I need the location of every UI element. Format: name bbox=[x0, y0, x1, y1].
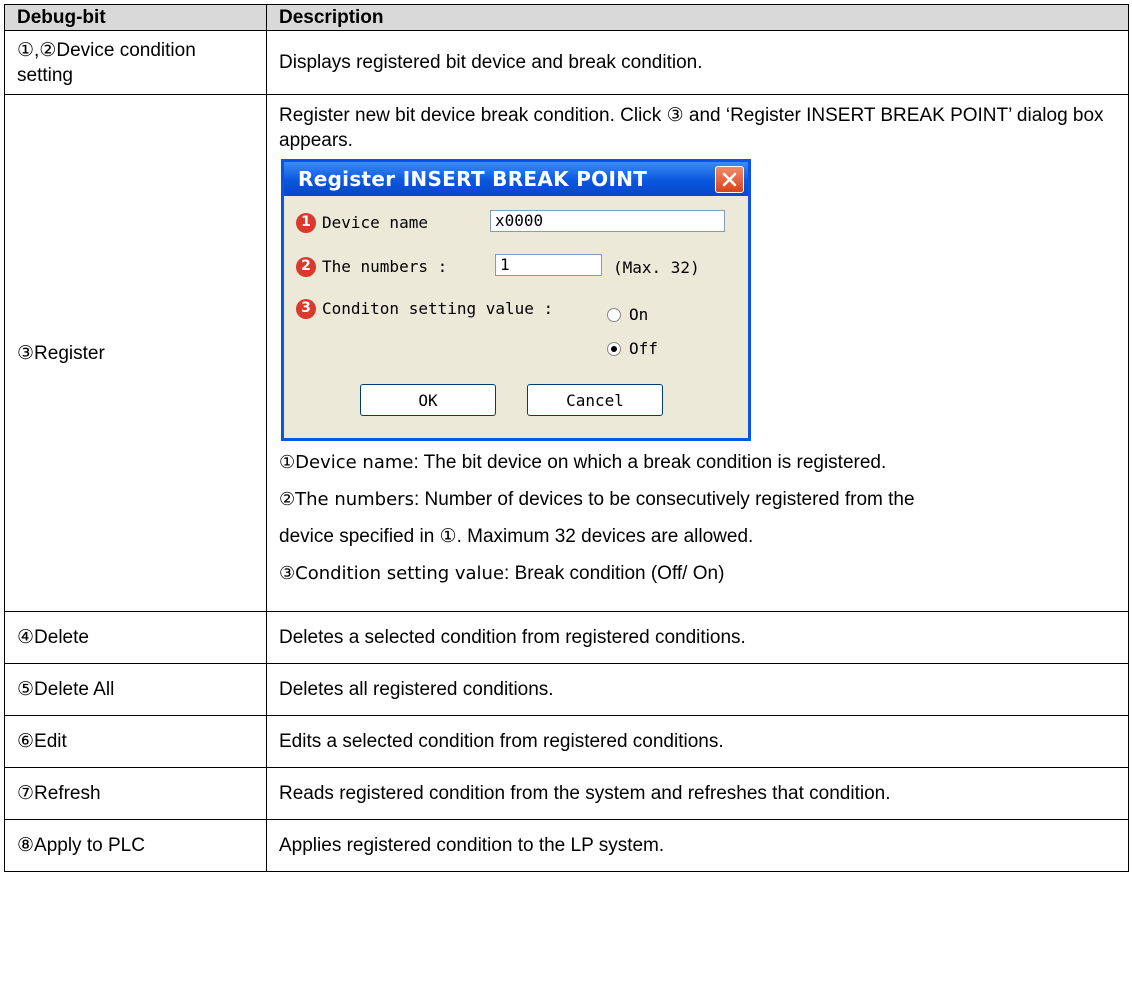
option-off-radio[interactable]: Off bbox=[607, 336, 658, 361]
condition-label: Conditon setting value : bbox=[322, 299, 554, 318]
detail-device-name: ①Device name: The bit device on which a … bbox=[279, 452, 887, 473]
dialog-title: Register INSERT BREAK POINT bbox=[298, 166, 648, 191]
close-icon[interactable] bbox=[715, 165, 744, 193]
row-description: Deletes a selected condition from regist… bbox=[266, 611, 1129, 664]
marker-3: 3 bbox=[296, 298, 316, 319]
marker-2: 2 bbox=[296, 256, 316, 277]
numbers-input[interactable]: 1 bbox=[495, 254, 602, 276]
row-description: Deletes all registered conditions. bbox=[266, 663, 1129, 716]
row-name: ⑧Apply to PLC bbox=[4, 819, 267, 872]
table-row-register: ③Register Register new bit device break … bbox=[4, 94, 1129, 612]
option-off-label: Off bbox=[629, 339, 658, 358]
register-insert-break-point-dialog: Register INSERT BREAK POINT 1 Device nam… bbox=[281, 159, 751, 441]
marker-1: 1 bbox=[296, 212, 316, 233]
detail-numbers: ②The numbers: Number of devices to be co… bbox=[279, 489, 915, 510]
row-name: ⑤Delete All bbox=[4, 663, 267, 716]
cancel-button[interactable]: Cancel bbox=[527, 384, 663, 416]
row-name: ④Delete bbox=[4, 611, 267, 664]
row-name: ①,②Device condition setting bbox=[4, 30, 267, 95]
table-row: ①,②Device condition setting Displays reg… bbox=[4, 30, 1129, 95]
dialog-body: 1 Device name x0000 2 The numbers : 1 (M… bbox=[284, 196, 748, 438]
dialog-title-bar[interactable]: Register INSERT BREAK POINT bbox=[284, 162, 748, 196]
radio-checked-icon bbox=[607, 341, 621, 356]
row-description: Displays registered bit device and break… bbox=[266, 30, 1129, 95]
register-description-cell: Register new bit device break condition.… bbox=[266, 94, 1129, 612]
table-row: ⑦Refresh Reads registered condition from… bbox=[4, 767, 1129, 820]
row-description: Edits a selected condition from register… bbox=[266, 715, 1129, 768]
detail-condition: ③Condition setting value: Break conditio… bbox=[279, 563, 725, 584]
numbers-row: 2 The numbers : bbox=[296, 254, 447, 279]
option-on-radio[interactable]: On bbox=[607, 302, 648, 327]
table-header-row: Debug-bit Description bbox=[4, 4, 1129, 31]
debug-bit-table: Debug-bit Description ①,②Device conditio… bbox=[4, 4, 1129, 872]
header-description: Description bbox=[266, 4, 1129, 31]
row-description: Applies registered condition to the LP s… bbox=[266, 819, 1129, 872]
device-name-row: 1 Device name bbox=[296, 210, 428, 235]
condition-row: 3 Conditon setting value : bbox=[296, 296, 553, 321]
header-debug-bit: Debug-bit bbox=[4, 4, 267, 31]
device-name-input[interactable]: x0000 bbox=[490, 210, 725, 232]
row-description: Reads registered condition from the syst… bbox=[266, 767, 1129, 820]
ok-button[interactable]: OK bbox=[360, 384, 496, 416]
numbers-max-hint: (Max. 32) bbox=[613, 258, 700, 277]
detail-numbers-cont: device specified in ①. Maximum 32 device… bbox=[279, 526, 754, 547]
row-name: ③Register bbox=[4, 94, 267, 612]
table-row: ⑤Delete All Deletes all registered condi… bbox=[4, 663, 1129, 716]
device-name-label: Device name bbox=[322, 213, 428, 232]
row-description: Register new bit device break condition.… bbox=[279, 105, 1104, 151]
radio-unchecked-icon bbox=[607, 307, 621, 322]
table-row: ④Delete Deletes a selected condition fro… bbox=[4, 611, 1129, 664]
row-name: ⑥Edit bbox=[4, 715, 267, 768]
row-name: ⑦Refresh bbox=[4, 767, 267, 820]
table-row: ⑧Apply to PLC Applies registered conditi… bbox=[4, 819, 1129, 872]
option-on-label: On bbox=[629, 305, 649, 324]
table-row: ⑥Edit Edits a selected condition from re… bbox=[4, 715, 1129, 768]
numbers-label: The numbers : bbox=[322, 257, 448, 276]
